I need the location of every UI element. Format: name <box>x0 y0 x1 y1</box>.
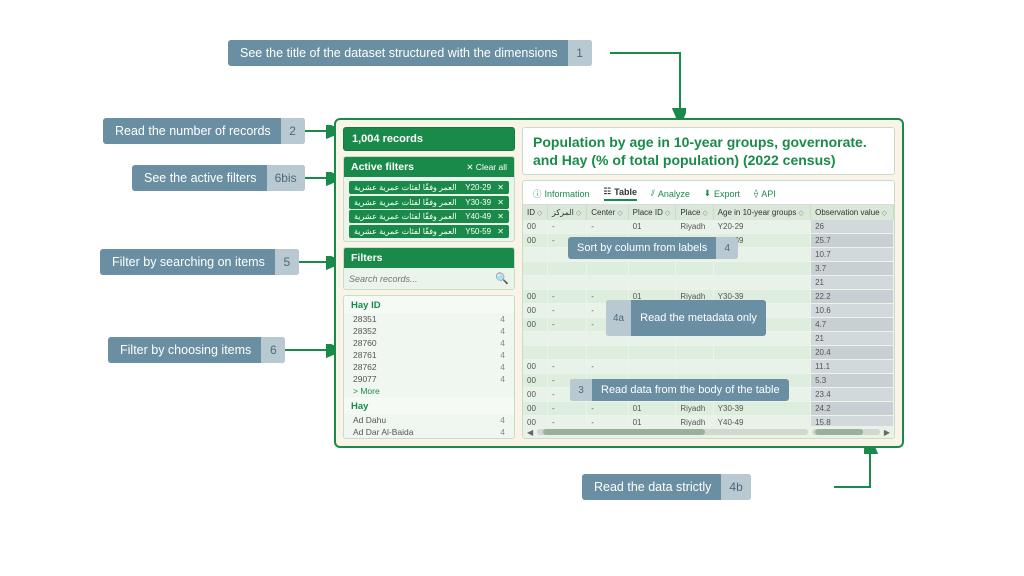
tab-export[interactable]: ⬇Export <box>704 188 740 199</box>
scroll-left-icon: ◀ <box>527 428 533 437</box>
horizontal-scrollbar[interactable]: ◀ ▶ <box>523 426 894 438</box>
overlay-4: Sort by column from labels 4 <box>568 237 738 259</box>
column-header[interactable]: Place◇ <box>676 205 713 220</box>
facet-item[interactable]: Ad Dar Al-Baida4 <box>344 426 514 438</box>
table-row[interactable]: 00--01RiyadhY20-2926 <box>523 220 894 234</box>
tab-analyze[interactable]: ⫽Analyze <box>651 188 690 199</box>
table-row[interactable]: 00--01RiyadhY40-4915.8 <box>523 416 894 426</box>
column-header[interactable]: Center◇ <box>587 205 628 220</box>
overlay-4a: 4a Read the metadata only <box>606 300 766 336</box>
callout-6: Filter by choosing items 6 <box>108 337 285 363</box>
column-header[interactable]: Observation value◇ <box>811 205 894 220</box>
dataset-title: Population by age in 10-year groups, gov… <box>522 127 895 175</box>
column-header[interactable]: ID◇ <box>523 205 547 220</box>
facet-more[interactable]: > More <box>344 385 514 397</box>
table-row[interactable]: 21 <box>523 276 894 290</box>
scroll-right-icon: ▶ <box>884 428 890 437</box>
filter-chip[interactable]: العمر وفقًا لفئات عمرية عشريةY30-39 ✕ <box>349 196 509 209</box>
tab-api[interactable]: ⟠API <box>754 188 776 199</box>
column-header[interactable]: Age in 10-year groups◇ <box>713 205 810 220</box>
facet-item[interactable]: 287614 <box>344 349 514 361</box>
filter-chip[interactable]: العمر وفقًا لفئات عمرية عشريةY50-59 ✕ <box>349 225 509 238</box>
facet-item[interactable]: 290774 <box>344 373 514 385</box>
column-header[interactable]: المركز◇ <box>547 205 586 220</box>
active-filters-panel: Active filters ✕ Clear all العمر وفقًا ل… <box>343 156 515 242</box>
sidebar: 1,004 records Active filters ✕ Clear all… <box>343 127 515 439</box>
callout-1: See the title of the dataset structured … <box>228 40 592 66</box>
filter-chip[interactable]: العمر وفقًا لفئات عمرية عشريةY40-49 ✕ <box>349 210 509 223</box>
search-input[interactable] <box>349 274 491 284</box>
active-filters-title: Active filters <box>351 161 414 173</box>
facet-item[interactable]: Ad Dahu4 <box>344 414 514 426</box>
tabs-row: ⓘInformation ☷Table ⫽Analyze ⬇Export ⟠API <box>523 181 894 205</box>
callout-2: Read the number of records 2 <box>103 118 305 144</box>
callout-6bis: See the active filters 6bis <box>132 165 305 191</box>
callout-5: Filter by searching on items 5 <box>100 249 299 275</box>
table-row[interactable]: 20.4 <box>523 346 894 360</box>
facet-item[interactable]: 283524 <box>344 325 514 337</box>
filter-chip[interactable]: العمر وفقًا لفئات عمرية عشريةY20-29 ✕ <box>349 181 509 194</box>
filters-panel: Filters 🔍 <box>343 247 515 290</box>
facet-item[interactable]: 283514 <box>344 313 514 325</box>
facet-hay-id: Hay ID 283514283524287604287614287624290… <box>343 295 515 439</box>
table-row[interactable]: 00--11.1 <box>523 360 894 374</box>
facet-item[interactable]: 287624 <box>344 361 514 373</box>
callout-4b: Read the data strictly 4b <box>582 474 751 500</box>
filters-title: Filters <box>351 252 383 264</box>
tab-information[interactable]: ⓘInformation <box>533 188 590 200</box>
tab-table[interactable]: ☷Table <box>604 186 637 201</box>
records-badge: 1,004 records <box>343 127 515 151</box>
table-row[interactable]: 3.7 <box>523 262 894 276</box>
table-row[interactable]: 00--01RiyadhY30-3924.2 <box>523 402 894 416</box>
column-header[interactable]: Place ID◇ <box>628 205 676 220</box>
clear-all-button[interactable]: ✕ Clear all <box>466 162 507 173</box>
overlay-3: 3 Read data from the body of the table <box>570 379 789 401</box>
search-icon[interactable]: 🔍 <box>495 272 509 285</box>
facet-item[interactable]: 287604 <box>344 337 514 349</box>
